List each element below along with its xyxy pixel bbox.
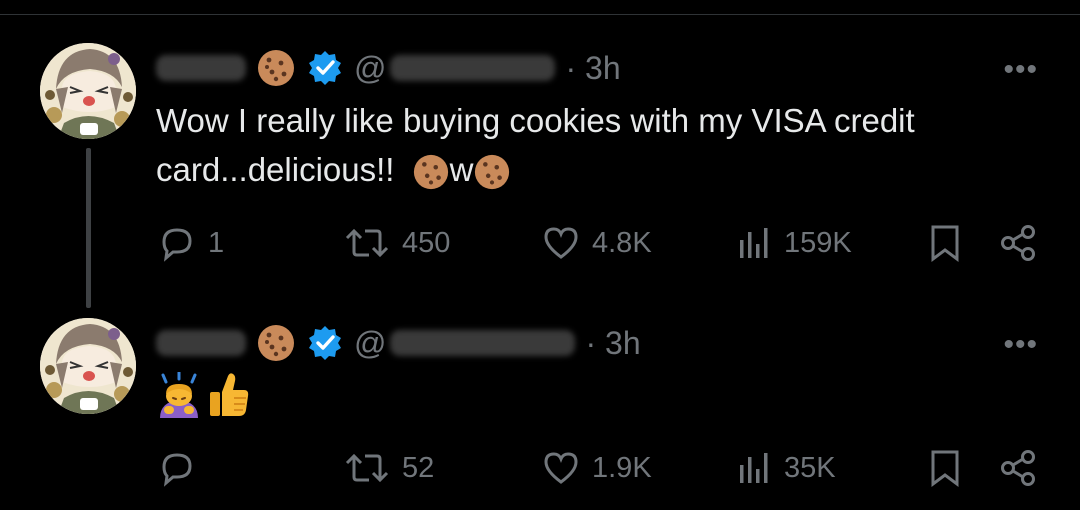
views-button[interactable]: 159K — [736, 218, 852, 268]
like-button[interactable]: 1.9K — [542, 443, 652, 493]
thread-connector-line — [86, 148, 91, 308]
handle-prefix: @ — [354, 49, 387, 86]
handle[interactable]: @ — [354, 324, 576, 362]
heart-icon — [544, 227, 578, 259]
reply-button[interactable]: 1 — [158, 218, 224, 268]
tweet-header: @ · 3h — [156, 318, 641, 368]
cookie-emoji — [258, 325, 294, 361]
reply-icon — [162, 228, 192, 262]
views-count: 35K — [784, 451, 836, 484]
views-icon — [740, 228, 768, 258]
cookie-emoji — [413, 155, 448, 190]
avatar[interactable] — [40, 318, 136, 414]
like-count: 4.8K — [592, 226, 652, 259]
timestamp[interactable]: · 3h — [565, 50, 620, 87]
thumbs-up-emoji — [210, 373, 249, 416]
reply-icon — [162, 453, 192, 487]
bookmark-icon — [931, 225, 959, 262]
action-bar: 1 450 4.8K 159K — [156, 218, 1040, 268]
redacted-handle — [390, 55, 556, 81]
verified-badge-icon[interactable] — [306, 49, 344, 87]
more-options-button[interactable]: ••• — [1003, 330, 1038, 360]
reply-count: 1 — [208, 226, 225, 259]
handle-prefix: @ — [354, 324, 387, 361]
share-icon — [1001, 225, 1035, 261]
action-bar: 52 1.9K 35K — [156, 443, 1040, 493]
cookie-emoji — [475, 155, 510, 190]
retweet-icon — [345, 453, 389, 483]
views-count: 159K — [784, 226, 852, 259]
timestamp[interactable]: · 3h — [585, 325, 640, 362]
share-button[interactable] — [998, 443, 1038, 493]
verified-badge-icon[interactable] — [306, 324, 344, 362]
bookmark-icon — [931, 450, 959, 487]
redacted-display-name — [156, 55, 246, 81]
tweet-text: Wow I really like buying cookies with my… — [156, 96, 1036, 194]
person-bowing-emoji — [160, 372, 198, 418]
share-button[interactable] — [998, 218, 1038, 268]
tweet-emoji-content — [156, 372, 250, 418]
reply-button[interactable] — [158, 443, 208, 493]
bookmark-button[interactable] — [928, 218, 962, 268]
handle[interactable]: @ — [354, 49, 556, 87]
retweet-count: 450 — [402, 226, 451, 259]
heart-icon — [544, 452, 578, 484]
tweet-header: @ · 3h — [156, 43, 621, 93]
retweet-icon — [345, 228, 389, 258]
retweet-button[interactable]: 450 — [344, 218, 450, 268]
tweet-text-tail: w — [449, 151, 474, 188]
like-button[interactable]: 4.8K — [542, 218, 652, 268]
avatar[interactable] — [40, 43, 136, 139]
cookie-emoji — [258, 50, 294, 86]
like-count: 1.9K — [592, 451, 652, 484]
more-options-button[interactable]: ••• — [1003, 55, 1038, 85]
bookmark-button[interactable] — [928, 443, 962, 493]
share-icon — [1001, 450, 1035, 486]
top-divider — [0, 14, 1080, 15]
retweet-count: 52 — [402, 451, 435, 484]
views-icon — [740, 453, 768, 483]
retweet-button[interactable]: 52 — [344, 443, 434, 493]
tweet-body: Wow I really like buying cookies with my… — [156, 102, 915, 188]
redacted-handle — [390, 330, 576, 356]
redacted-display-name — [156, 330, 246, 356]
views-button[interactable]: 35K — [736, 443, 836, 493]
